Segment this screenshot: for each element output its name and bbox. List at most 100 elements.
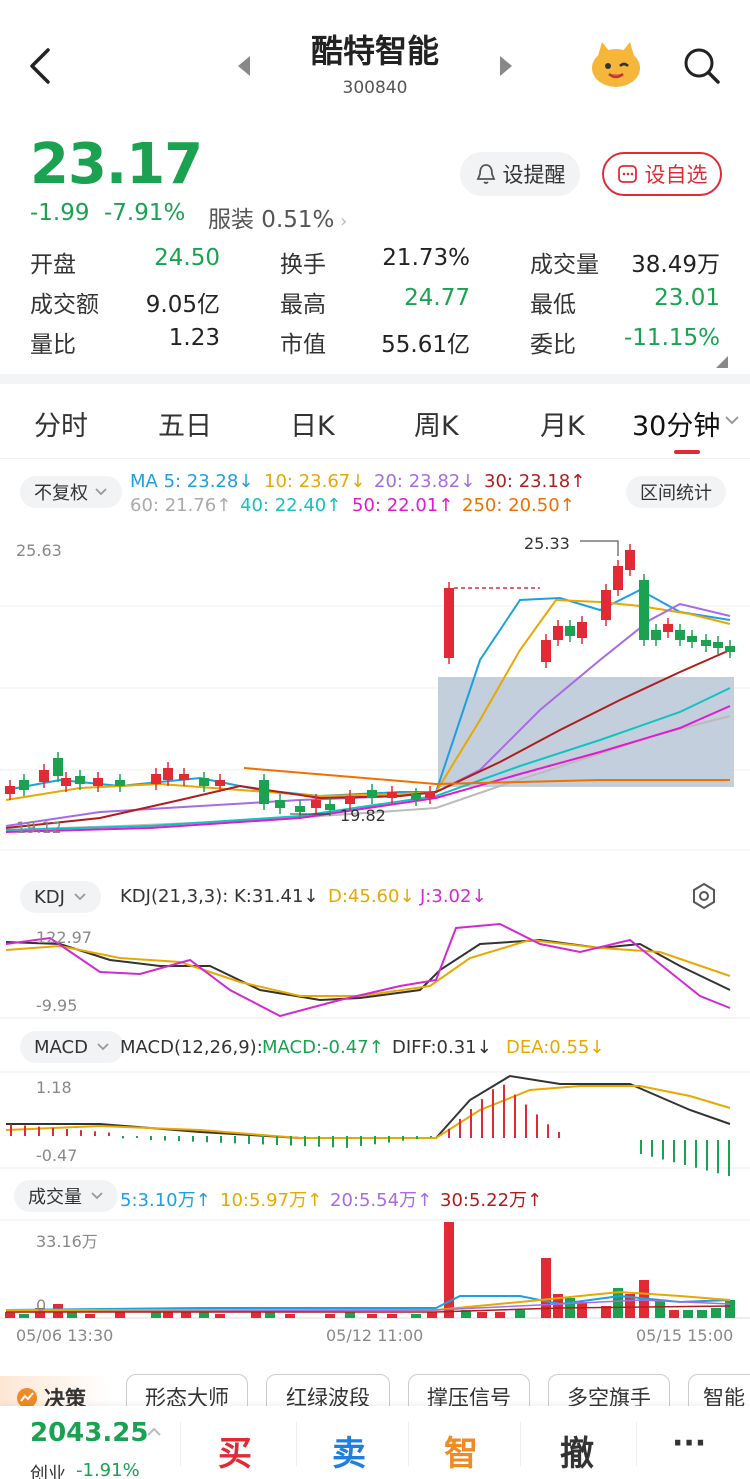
volume-bar — [325, 1314, 335, 1318]
macd-bar — [706, 1140, 708, 1171]
date-start: 05/06 13:30 — [16, 1326, 114, 1345]
stat-value: 55.61亿 — [381, 332, 470, 358]
chevron-down-icon[interactable] — [724, 414, 740, 426]
volume-bar — [387, 1314, 397, 1318]
price-change: -1.99 — [30, 200, 90, 226]
divider — [520, 1422, 521, 1466]
kdj-selector[interactable]: KDJ — [20, 881, 101, 913]
next-stock-icon[interactable] — [496, 54, 514, 78]
tab-intraday[interactable]: 分时 — [34, 404, 88, 443]
candle-body — [553, 626, 563, 640]
ma40-label: 40: 22.40↑ — [240, 495, 342, 516]
candle-body — [651, 630, 661, 640]
macd-bar — [332, 1136, 334, 1148]
candle-body — [675, 630, 685, 640]
macd-bar — [684, 1140, 686, 1165]
macd-bar — [695, 1140, 697, 1168]
macd-bar — [94, 1131, 96, 1136]
add-watchlist-button[interactable]: 设自选 — [602, 152, 722, 196]
macd-bar — [220, 1136, 222, 1143]
settings-icon[interactable] — [690, 882, 718, 910]
chevron-up-icon[interactable] — [146, 1426, 162, 1438]
volume-bar — [199, 1312, 209, 1318]
candle-body — [115, 780, 125, 786]
mascot-icon[interactable] — [588, 40, 644, 90]
candle-body — [701, 640, 711, 646]
tab-monthly[interactable]: 月K — [540, 404, 585, 443]
stock-name: 酷特智能 — [310, 32, 439, 70]
divider — [0, 458, 750, 459]
stat-label: 最高 — [280, 292, 326, 318]
macd-bar — [122, 1136, 124, 1139]
stat-value: 24.77 — [404, 285, 470, 311]
back-icon[interactable] — [26, 46, 56, 86]
volume-bar — [515, 1310, 525, 1318]
candle-body — [565, 626, 575, 636]
ma10-label: 10: 23.67↓ — [264, 471, 366, 492]
candle-body — [39, 770, 49, 782]
macd-dea-line — [5, 1085, 731, 1139]
search-icon[interactable] — [682, 46, 722, 86]
cancel-order-button[interactable]: 撤 — [560, 1426, 594, 1475]
macd-diff: DIFF:0.31↓ — [392, 1037, 492, 1058]
candle-body — [601, 590, 611, 620]
candle-body — [5, 786, 15, 794]
candle-body — [259, 780, 269, 804]
volume-bar — [427, 1312, 437, 1318]
bell-icon — [476, 164, 495, 184]
sector-change[interactable]: 服装 0.51% › — [208, 200, 347, 234]
volume-label: 成交量 — [28, 1187, 82, 1208]
stock-code: 300840 — [342, 78, 408, 98]
price-min-label: 19.12 — [16, 818, 62, 837]
candle-body — [541, 640, 551, 662]
expand-corner-icon[interactable] — [716, 356, 728, 368]
candle-body — [411, 794, 421, 800]
price-max-label: 25.63 — [16, 541, 62, 560]
macd-bar — [276, 1136, 278, 1146]
low-marker: 19.82 — [340, 806, 386, 825]
macd-bar — [304, 1136, 306, 1147]
stat-label: 委比 — [530, 332, 576, 358]
macd-bar — [651, 1140, 653, 1157]
macd-bar — [108, 1132, 110, 1136]
macd-bar — [80, 1130, 82, 1136]
ma20-label: 20: 23.82↓ — [374, 471, 476, 492]
candle-body — [713, 642, 723, 648]
buy-button[interactable]: 买 — [218, 1426, 252, 1475]
adjust-selector[interactable]: 不复权 — [20, 476, 122, 508]
macd-bar — [536, 1114, 538, 1138]
macd-selector[interactable]: MACD — [20, 1031, 124, 1063]
macd-bar — [673, 1140, 675, 1163]
volume-bar — [285, 1314, 295, 1318]
kline-chart[interactable] — [0, 520, 750, 1350]
sector-text: 服装 0.51% — [208, 207, 335, 233]
ma5-label: MA 5: 23.28↓ — [130, 471, 254, 492]
volume-bar — [5, 1312, 15, 1318]
candle-body — [19, 780, 29, 790]
macd-bar — [290, 1136, 292, 1146]
stat-value: 9.05亿 — [145, 292, 220, 318]
macd-bar — [525, 1104, 527, 1138]
volume-bar — [411, 1314, 421, 1318]
tab-weekly[interactable]: 周K — [414, 404, 459, 443]
set-alert-button[interactable]: 设提醒 — [460, 152, 580, 196]
macd-bar — [459, 1118, 461, 1138]
stat-value: 23.01 — [654, 285, 720, 311]
volume-bar — [345, 1312, 355, 1318]
stat-label: 成交量 — [530, 252, 599, 278]
tab-30min[interactable]: 30分钟 — [632, 404, 720, 443]
smart-button[interactable]: 智 — [444, 1426, 478, 1475]
candle-body — [367, 790, 377, 798]
index-value[interactable]: 2043.25 — [30, 1418, 148, 1448]
stat-label: 市值 — [280, 332, 326, 358]
volume-selector[interactable]: 成交量 — [14, 1180, 118, 1212]
kdj-label: KDJ — [34, 886, 65, 908]
range-stats-button[interactable]: 区间统计 — [626, 476, 726, 508]
volume-top-label: 33.16万 — [36, 1232, 98, 1251]
more-button[interactable]: ··· — [672, 1426, 706, 1461]
sell-button[interactable]: 卖 — [332, 1426, 366, 1475]
tab-daily[interactable]: 日K — [290, 404, 335, 443]
tab-five-day[interactable]: 五日 — [158, 404, 212, 443]
macd-bar — [558, 1132, 560, 1138]
vol-ma10: 10:5.97万↑ — [220, 1190, 323, 1211]
